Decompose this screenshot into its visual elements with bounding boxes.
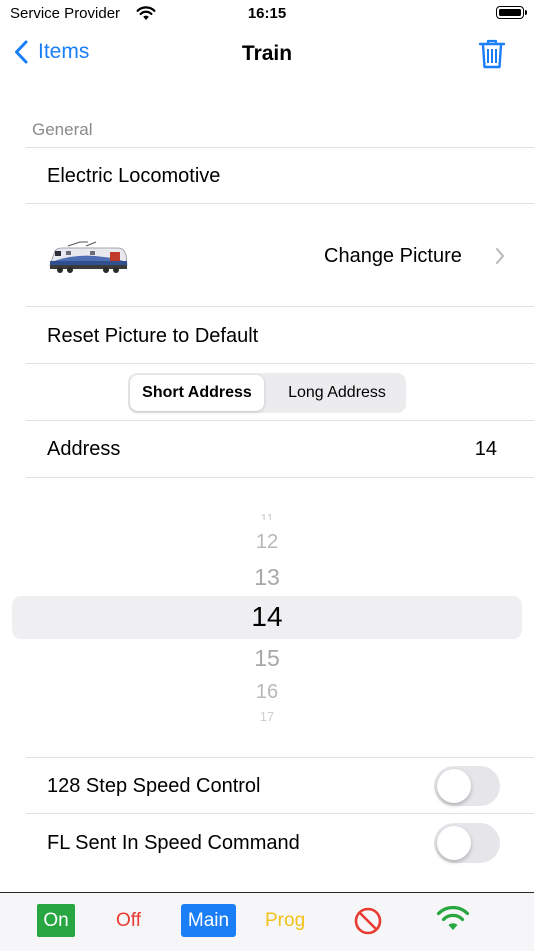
- prohibited-icon[interactable]: [354, 907, 382, 935]
- page-title: Train: [241, 42, 293, 65]
- picker-value[interactable]: 11: [0, 506, 534, 520]
- divider: [26, 306, 534, 307]
- navigation-bar: Items Train: [0, 28, 534, 80]
- picker-value[interactable]: 15: [0, 645, 534, 672]
- locomotive-thumbnail: [49, 241, 128, 273]
- segment-short-address[interactable]: Short Address: [130, 375, 264, 411]
- divider: [26, 363, 534, 364]
- picker-value[interactable]: 13: [0, 564, 534, 591]
- change-picture-button[interactable]: Change Picture: [324, 245, 462, 268]
- clock: 16:15: [247, 5, 287, 22]
- step-speed-label: 128 Step Speed Control: [47, 775, 261, 797]
- section-header-general: General: [32, 120, 93, 139]
- divider: [26, 477, 534, 478]
- address-type-segmented-control: Short Address Long Address: [128, 373, 406, 413]
- chevron-right-icon: [496, 248, 504, 264]
- address-value: 14: [474, 438, 497, 460]
- battery-icon: [496, 6, 527, 19]
- reset-picture-button[interactable]: Reset Picture to Default: [47, 325, 258, 348]
- picker-value[interactable]: 12: [0, 531, 534, 554]
- address-label: Address: [47, 438, 121, 460]
- trash-icon[interactable]: [478, 38, 506, 70]
- off-button[interactable]: Off: [116, 910, 141, 932]
- divider: [26, 813, 534, 814]
- name-row[interactable]: Electric Locomotive: [47, 165, 220, 188]
- main-button[interactable]: Main: [181, 904, 236, 937]
- wifi-connected-icon[interactable]: [436, 906, 470, 932]
- fl-sent-label: FL Sent In Speed Command: [47, 832, 300, 854]
- picker-selected-value[interactable]: 14: [0, 601, 534, 633]
- segment-long-address[interactable]: Long Address: [270, 375, 404, 411]
- picker-value[interactable]: 16: [0, 681, 534, 704]
- picker-value[interactable]: 17: [0, 712, 534, 726]
- prog-button[interactable]: Prog: [265, 910, 305, 932]
- step-speed-toggle[interactable]: [434, 766, 500, 806]
- divider: [26, 757, 534, 758]
- divider: [26, 203, 534, 204]
- status-bar: Service Provider 16:15: [0, 0, 534, 28]
- on-button[interactable]: On: [37, 904, 75, 937]
- divider: [26, 420, 534, 421]
- divider: [26, 147, 534, 148]
- fl-sent-toggle[interactable]: [434, 823, 500, 863]
